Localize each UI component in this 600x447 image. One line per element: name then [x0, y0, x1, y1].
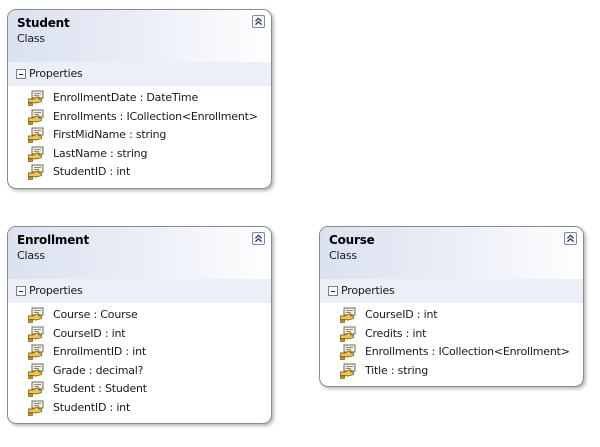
properties-section-header[interactable]: Properties: [8, 62, 271, 86]
property-item[interactable]: StudentID : int: [8, 399, 271, 418]
property-list: CourseID : int Credits : int Enrollments…: [320, 303, 583, 380]
property-icon: [28, 344, 44, 360]
property-icon: [28, 363, 44, 379]
minus-icon[interactable]: [16, 286, 26, 296]
property-icon: [28, 326, 44, 342]
property-label: FirstMidName : string: [53, 128, 167, 141]
property-list: EnrollmentDate : DateTime Enrollments : …: [8, 86, 271, 182]
class-name: Student: [17, 16, 70, 30]
property-item[interactable]: Course : Course: [8, 306, 271, 325]
section-label: Properties: [341, 284, 395, 297]
class-name: Course: [329, 233, 375, 247]
properties-section-header[interactable]: Properties: [320, 279, 583, 303]
class-header: Student Class: [8, 10, 271, 62]
property-label: Student : Student: [53, 382, 147, 395]
property-item[interactable]: Grade : decimal?: [8, 362, 271, 381]
class-box-enrollment[interactable]: Enrollment Class Properties Course : Cou…: [7, 226, 272, 424]
section-label: Properties: [29, 284, 83, 297]
property-item[interactable]: CourseID : int: [320, 306, 583, 325]
class-header: Course Class: [320, 227, 583, 279]
class-name: Enrollment: [17, 233, 90, 247]
property-icon: [340, 363, 356, 379]
class-box-student[interactable]: Student Class Properties EnrollmentDate …: [7, 9, 272, 189]
property-icon: [28, 307, 44, 323]
property-icon: [28, 127, 44, 143]
property-item[interactable]: CourseID : int: [8, 325, 271, 344]
property-label: CourseID : int: [53, 326, 126, 340]
property-icon: [340, 307, 356, 323]
property-item[interactable]: Enrollments : ICollection<Enrollment>: [320, 343, 583, 362]
property-label: EnrollmentDate : DateTime: [53, 91, 199, 104]
class-kind: Class: [17, 249, 45, 262]
property-item[interactable]: EnrollmentID : int: [8, 343, 271, 362]
property-item[interactable]: FirstMidName : string: [8, 126, 271, 145]
property-label: Title : string: [365, 363, 429, 377]
property-icon: [28, 381, 44, 397]
property-icon: [28, 164, 44, 180]
property-label: Course : Course: [53, 308, 138, 321]
section-label: Properties: [29, 67, 83, 80]
class-kind: Class: [17, 32, 45, 45]
property-label: StudentID : int: [53, 400, 131, 414]
property-list: Course : Course CourseID : int Enrollmen…: [8, 303, 271, 417]
property-item[interactable]: Student : Student: [8, 380, 271, 399]
property-label: Enrollments : ICollection<Enrollment>: [53, 109, 258, 123]
properties-section-header[interactable]: Properties: [8, 279, 271, 303]
property-item[interactable]: Credits : int: [320, 325, 583, 344]
property-item[interactable]: Title : string: [320, 362, 583, 381]
minus-icon[interactable]: [328, 286, 338, 296]
double-chevron-up-icon[interactable]: [252, 232, 265, 245]
property-item[interactable]: EnrollmentDate : DateTime: [8, 89, 271, 108]
property-icon: [340, 326, 356, 342]
property-label: EnrollmentID : int: [53, 345, 146, 358]
double-chevron-up-icon[interactable]: [252, 15, 265, 28]
property-icon: [28, 400, 44, 416]
property-item[interactable]: Enrollments : ICollection<Enrollment>: [8, 108, 271, 127]
property-icon: [28, 90, 44, 106]
property-label: Enrollments : ICollection<Enrollment>: [365, 345, 570, 358]
property-label: LastName : string: [53, 146, 148, 160]
property-label: StudentID : int: [53, 165, 131, 178]
property-item[interactable]: LastName : string: [8, 145, 271, 164]
class-kind: Class: [329, 249, 357, 262]
class-box-course[interactable]: Course Class Properties CourseID : int C…: [319, 226, 584, 387]
property-icon: [28, 109, 44, 125]
property-item[interactable]: StudentID : int: [8, 163, 271, 182]
property-icon: [340, 344, 356, 360]
property-label: Grade : decimal?: [53, 363, 144, 377]
property-label: CourseID : int: [365, 308, 438, 321]
property-label: Credits : int: [365, 326, 427, 340]
class-header: Enrollment Class: [8, 227, 271, 279]
property-icon: [28, 146, 44, 162]
minus-icon[interactable]: [16, 69, 26, 79]
double-chevron-up-icon[interactable]: [564, 232, 577, 245]
